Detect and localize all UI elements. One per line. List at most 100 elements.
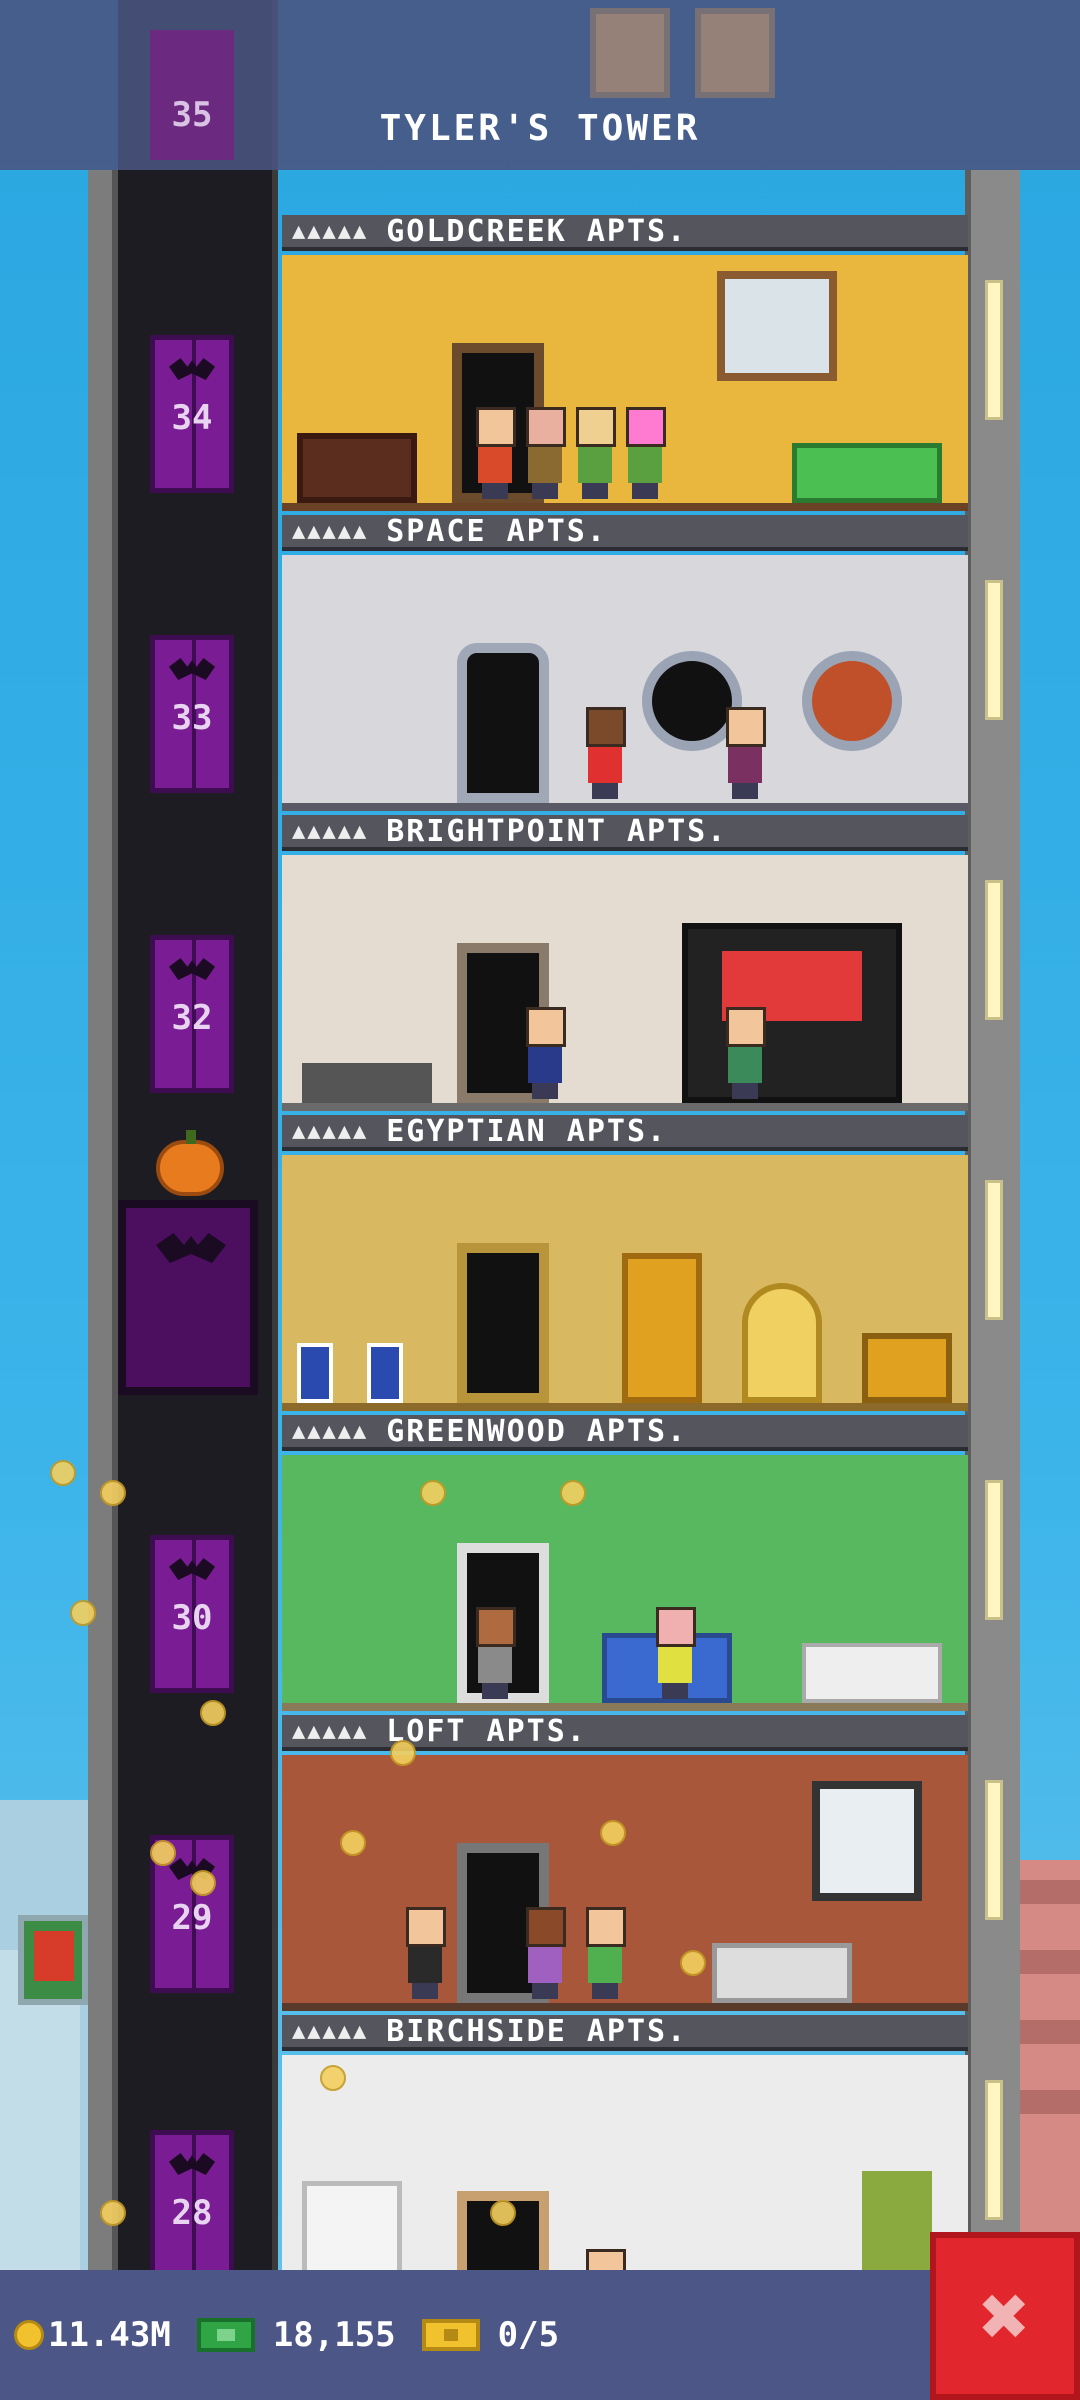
- floor-stars: ▲▲▲▲▲: [292, 218, 369, 244]
- close-button[interactable]: ✖: [930, 2232, 1080, 2400]
- tenant[interactable]: [522, 407, 568, 499]
- elevator-floor-number: 30: [171, 1598, 213, 1638]
- floor-room: [282, 255, 968, 511]
- tenant[interactable]: [472, 1607, 518, 1699]
- coin-particle: [390, 1740, 416, 1766]
- floor-stars: ▲▲▲▲▲: [292, 1118, 369, 1144]
- tv-icon: [297, 433, 417, 503]
- tenant[interactable]: [582, 1907, 628, 1999]
- floor-label: ▲▲▲▲▲ SPACE APTS.: [282, 515, 968, 551]
- coin-particle: [50, 1460, 76, 1486]
- bux-value: 18,155: [272, 2315, 396, 2355]
- floor-label: ▲▲▲▲▲ BIRCHSIDE APTS.: [282, 2015, 968, 2051]
- tenant[interactable]: [722, 707, 768, 799]
- elevator-door-30[interactable]: 30: [150, 1535, 234, 1693]
- desk-computer-icon: [802, 1643, 942, 1703]
- billboard: [18, 1915, 88, 2005]
- tenant[interactable]: [582, 707, 628, 799]
- fries-icon: [34, 1931, 74, 1981]
- elevator-floor-number: 34: [171, 398, 213, 438]
- floor-name: GOLDCREEK APTS.: [386, 215, 688, 249]
- floor-room: [282, 1755, 968, 2011]
- elevator-door-34[interactable]: 34: [150, 335, 234, 493]
- tower-window: [985, 1180, 1003, 1320]
- floor-name: SPACE APTS.: [386, 515, 607, 549]
- tower-window: [985, 580, 1003, 720]
- vase-icon: [367, 1343, 403, 1403]
- tenant[interactable]: [522, 1007, 568, 1099]
- floor-space[interactable]: ▲▲▲▲▲ SPACE APTS.: [282, 515, 968, 815]
- tower-window: [985, 1780, 1003, 1920]
- floor-stars: ▲▲▲▲▲: [292, 1418, 369, 1444]
- apartment-door: [457, 1243, 549, 1403]
- porthole-mars-icon: [802, 651, 902, 751]
- picture-frame-icon: [695, 8, 775, 98]
- floor-stars: ▲▲▲▲▲: [292, 2018, 369, 2044]
- floor-label: ▲▲▲▲▲ LOFT APTS.: [282, 1715, 968, 1751]
- window-icon: [812, 1781, 922, 1901]
- coin-particle: [490, 2200, 516, 2226]
- elevator-car[interactable]: [118, 1200, 258, 1395]
- tower-left-wall: [88, 170, 118, 2270]
- floor-brightpoint[interactable]: ▲▲▲▲▲ BRIGHTPOINT APTS.: [282, 815, 968, 1115]
- bux-icon: [196, 2318, 255, 2352]
- mirror-icon: [742, 1283, 822, 1403]
- floor-name: LOFT APTS.: [386, 1715, 587, 1749]
- bux-counter[interactable]: 18,155: [196, 2315, 396, 2355]
- tower-window: [985, 280, 1003, 420]
- floor-name: BIRCHSIDE APTS.: [386, 2015, 688, 2049]
- tenant[interactable]: [572, 407, 618, 499]
- elevator-floor-number: 32: [171, 998, 213, 1038]
- tenant[interactable]: [652, 1607, 698, 1699]
- coin-particle: [320, 2065, 346, 2091]
- floor-room: [282, 855, 968, 1111]
- tenant[interactable]: [722, 1007, 768, 1099]
- resource-bar: 11.43M 18,155 0/5: [0, 2270, 930, 2400]
- coin-particle: [340, 1830, 366, 1856]
- pumpkin-icon: [156, 1130, 224, 1196]
- tower-window: [985, 880, 1003, 1020]
- floor-label: ▲▲▲▲▲ GOLDCREEK APTS.: [282, 215, 968, 251]
- tenant[interactable]: [522, 1907, 568, 1999]
- coin-particle: [680, 1950, 706, 1976]
- floor-egyptian[interactable]: ▲▲▲▲▲ EGYPTIAN APTS.: [282, 1115, 968, 1415]
- floor-greenwood[interactable]: ▲▲▲▲▲ GREENWOOD APTS.: [282, 1415, 968, 1715]
- tenant[interactable]: [402, 1907, 448, 1999]
- apartment-door: [457, 643, 549, 803]
- chest-icon: [862, 1333, 952, 1403]
- floor-loft[interactable]: ▲▲▲▲▲ LOFT APTS.: [282, 1715, 968, 2015]
- floor-label: ▲▲▲▲▲ GREENWOOD APTS.: [282, 1415, 968, 1451]
- floor-stars: ▲▲▲▲▲: [292, 1718, 369, 1744]
- coin-particle: [420, 1480, 446, 1506]
- coins-counter[interactable]: 11.43M: [14, 2315, 171, 2355]
- tower-title: TYLER'S TOWER: [379, 108, 701, 149]
- floor-stars: ▲▲▲▲▲: [292, 818, 369, 844]
- tenant[interactable]: [472, 407, 518, 499]
- coin-particle: [150, 1840, 176, 1866]
- elevator-door-32[interactable]: 32: [150, 935, 234, 1093]
- window-icon: [717, 271, 837, 381]
- tickets-counter[interactable]: 0/5: [421, 2315, 559, 2355]
- coin-icon: [14, 2320, 44, 2350]
- floor-name: EGYPTIAN APTS.: [386, 1115, 668, 1149]
- coin-particle: [100, 2200, 126, 2226]
- coins-value: 11.43M: [48, 2315, 171, 2355]
- floor-name: BRIGHTPOINT APTS.: [386, 815, 728, 849]
- tenant[interactable]: [622, 407, 668, 499]
- table-icon: [302, 1063, 432, 1103]
- elevator-door-28[interactable]: 28: [150, 2130, 234, 2288]
- elevator-door-33[interactable]: 33: [150, 635, 234, 793]
- coin-particle: [600, 1820, 626, 1846]
- vase-icon: [297, 1343, 333, 1403]
- floor-label: ▲▲▲▲▲ EGYPTIAN APTS.: [282, 1115, 968, 1151]
- close-icon: ✖: [979, 2267, 1031, 2365]
- elevator-floor-number: 29: [171, 1898, 213, 1938]
- elevator-floor-number: 28: [171, 2193, 213, 2233]
- tower-window: [985, 1480, 1003, 1620]
- coin-particle: [190, 1870, 216, 1896]
- bat-icon: [156, 1233, 226, 1263]
- throne-icon: [622, 1253, 702, 1403]
- sofa-icon: [792, 443, 942, 503]
- floor-goldcreek[interactable]: ▲▲▲▲▲ GOLDCREEK APTS.: [282, 215, 968, 515]
- elevator-floor-number: 33: [171, 698, 213, 738]
